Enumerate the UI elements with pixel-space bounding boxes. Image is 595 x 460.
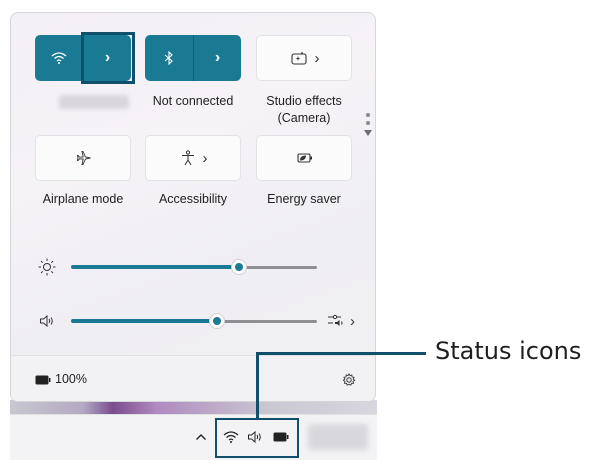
gear-icon xyxy=(342,373,356,386)
quick-settings-main: › › Not connected › Studio effects (Came… xyxy=(11,13,375,355)
speaker-icon xyxy=(35,311,59,331)
brightness-track-empty xyxy=(241,265,317,269)
airplane-mode-label: Airplane mode xyxy=(42,192,124,206)
chevron-right-icon: › xyxy=(314,49,320,67)
clock-area[interactable] xyxy=(308,424,368,450)
accessibility-content: › xyxy=(146,136,242,180)
quick-settings-flyout: › › Not connected › Studio effects (Came… xyxy=(10,12,376,402)
quick-settings-footer: 100% xyxy=(11,355,375,401)
bluetooth-tile[interactable]: › xyxy=(145,35,241,81)
studio-effects-tile[interactable]: › xyxy=(256,35,352,81)
airplane-mode-content xyxy=(36,136,132,180)
brightness-thumb[interactable] xyxy=(231,259,247,275)
bluetooth-toggle[interactable] xyxy=(145,35,193,81)
accessibility-icon xyxy=(181,150,194,166)
bluetooth-expand-button[interactable]: › xyxy=(194,35,241,81)
status-icons-callout: Status icons xyxy=(435,337,582,365)
callout-line-horizontal xyxy=(256,352,426,355)
battery-status[interactable]: 100% xyxy=(35,370,115,390)
accessibility-tile[interactable]: › xyxy=(145,135,241,181)
energy-saver-icon xyxy=(297,153,312,163)
audio-output-icon xyxy=(328,314,343,326)
chevron-up-icon xyxy=(196,434,206,440)
volume-track-empty xyxy=(218,319,317,323)
show-hidden-icons-button[interactable] xyxy=(193,429,209,445)
wifi-icon xyxy=(51,52,67,64)
status-icons-highlight xyxy=(215,418,299,458)
wifi-expand-focus xyxy=(81,32,135,84)
audio-output-button[interactable]: › xyxy=(327,311,365,331)
wifi-toggle[interactable] xyxy=(35,35,83,81)
energy-saver-content xyxy=(257,136,353,180)
bluetooth-label: Not connected xyxy=(152,94,234,108)
brightness-slider[interactable] xyxy=(35,255,365,279)
brightness-icon xyxy=(35,257,59,277)
volume-thumb[interactable] xyxy=(209,313,225,329)
chevron-right-icon: › xyxy=(214,49,221,66)
page-indicator[interactable] xyxy=(363,109,373,136)
desktop-background xyxy=(10,400,377,414)
volume-slider[interactable]: › xyxy=(35,309,365,333)
airplane-icon xyxy=(76,151,91,165)
energy-saver-tile[interactable] xyxy=(256,135,352,181)
studio-effects-content: › xyxy=(257,36,353,80)
page-dot xyxy=(366,113,370,117)
chevron-right-icon: › xyxy=(350,312,355,330)
page-dot xyxy=(366,121,370,125)
chevron-right-icon: › xyxy=(202,149,208,167)
camera-effects-icon xyxy=(290,52,307,65)
chevron-down-icon[interactable] xyxy=(364,130,372,136)
bluetooth-icon xyxy=(164,51,173,65)
studio-effects-label-line1: Studio effects xyxy=(266,94,342,108)
energy-saver-label: Energy saver xyxy=(267,192,341,206)
battery-icon xyxy=(35,375,51,385)
brightness-track-filled xyxy=(71,265,241,269)
settings-button[interactable] xyxy=(339,370,359,390)
callout-line-vertical xyxy=(256,352,259,420)
accessibility-label: Accessibility xyxy=(158,192,228,206)
wifi-network-name xyxy=(59,95,129,109)
battery-percentage: 100% xyxy=(55,372,87,386)
airplane-mode-tile[interactable] xyxy=(35,135,131,181)
studio-effects-label-line2: (Camera) xyxy=(277,111,331,125)
volume-track-filled xyxy=(71,319,218,323)
